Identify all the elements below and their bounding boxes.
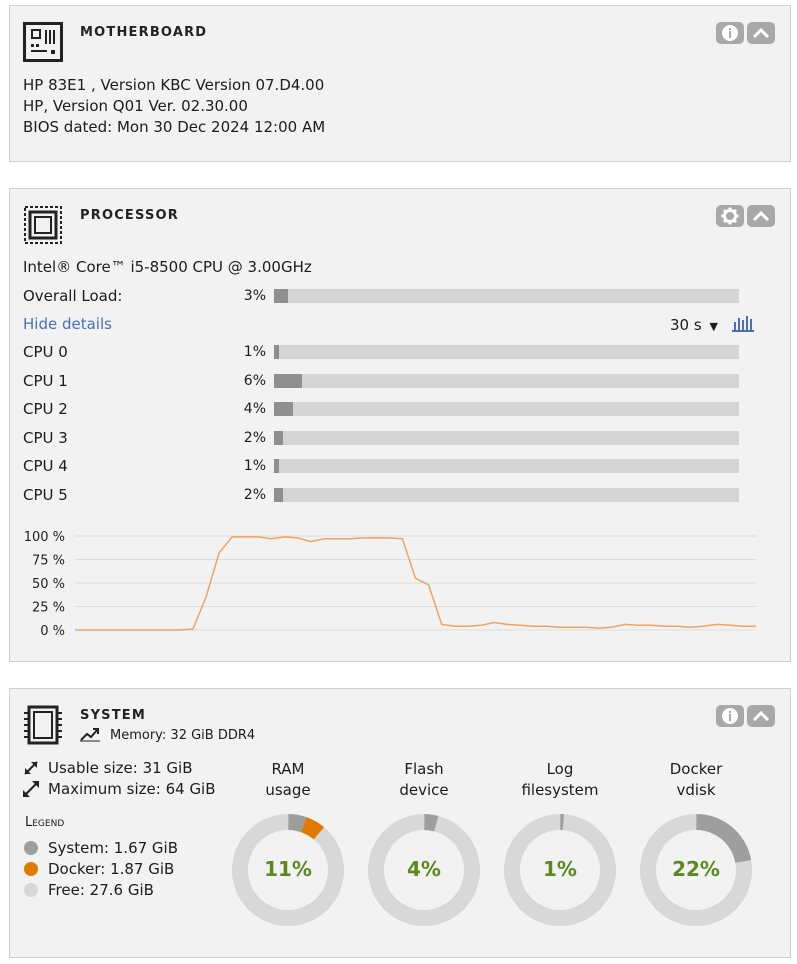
legend-title: Legend	[25, 815, 65, 830]
donut-subtitle: device	[399, 781, 449, 799]
chart-y-tick: 25 %	[32, 601, 65, 616]
chart-y-tick: 75 %	[32, 554, 65, 569]
collapse-button[interactable]	[747, 705, 775, 727]
overall-load-bar	[274, 289, 739, 303]
cpu-core-value: 1%	[243, 458, 266, 475]
cpu-core-bar	[274, 402, 739, 417]
collapse-arrows-icon	[24, 761, 38, 775]
cpu-core-fill	[274, 430, 284, 445]
cpu-core-bar	[274, 430, 739, 445]
overall-load-label: Overall Load:	[23, 287, 123, 305]
chart-y-tick: 50 %	[32, 577, 65, 592]
cpu-core-label: CPU 4	[23, 457, 68, 476]
donut-title: RAM	[271, 760, 305, 778]
overall-load-value: 3%	[243, 288, 266, 304]
processor-icon	[24, 206, 62, 244]
cpu-core-label: CPU 5	[23, 486, 68, 504]
collapse-button[interactable]	[747, 205, 775, 227]
memory-summary: Memory: 32 GiB DDR4	[110, 728, 256, 743]
donut-title: Flash	[404, 760, 444, 778]
bios-date: BIOS dated: Mon 30 Dec 2024 12:00 AM	[23, 118, 326, 136]
chevron-up-icon	[752, 210, 770, 222]
cpu-load-chart: 100 % 75 % 50 % 25 % 0 %	[24, 530, 756, 639]
donut-percentage: 11%	[264, 857, 312, 881]
donut-subtitle: vdisk	[676, 781, 716, 799]
chart-icon[interactable]	[732, 314, 754, 332]
cpu-core-bar	[274, 459, 739, 474]
panel-title: SYSTEM	[80, 708, 147, 723]
donut-title: Docker	[669, 760, 723, 778]
legend-swatch	[24, 883, 38, 897]
settings-button[interactable]	[716, 205, 744, 227]
overall-load-fill	[274, 289, 288, 303]
cpu-core-fill	[274, 373, 302, 388]
chart-y-tick: 100 %	[24, 530, 65, 545]
cpu-core-label: CPU 3	[23, 428, 68, 447]
interval-value: 30 s	[670, 316, 702, 334]
legend-swatch	[24, 862, 38, 876]
panel-title: PROCESSOR	[80, 208, 180, 223]
board-version: HP, Version Q01 Ver. 02.30.00	[23, 97, 248, 115]
cpu-core-bar	[274, 345, 739, 359]
motherboard-icon	[23, 22, 63, 62]
chevron-up-icon	[752, 27, 770, 39]
cpu-core-bar	[274, 373, 739, 388]
memory-icon	[24, 705, 62, 745]
legend-swatch	[24, 841, 38, 855]
collapse-button[interactable]	[747, 22, 775, 44]
donut-percentage: 1%	[543, 857, 577, 881]
cpu-core-fill	[274, 402, 293, 417]
legend-label: Free: 27.6 GiB	[48, 881, 154, 899]
info-button[interactable]	[716, 705, 744, 727]
cpu-core-value: 4%	[243, 401, 266, 418]
expand-arrows-icon	[23, 781, 39, 797]
maximum-size: Maximum size: 64 GiB	[48, 780, 216, 798]
hide-details-link[interactable]: Hide details	[23, 315, 112, 333]
legend-label: System: 1.67 GiB	[48, 839, 179, 857]
gear-icon	[721, 207, 739, 225]
trend-icon[interactable]	[80, 726, 100, 742]
cpu-core-value: 6%	[243, 372, 266, 389]
donut-percentage: 4%	[407, 857, 441, 881]
cpu-core-fill	[274, 488, 284, 502]
interval-select[interactable]: 30 s ▼	[670, 316, 718, 334]
cpu-core-fill	[274, 459, 279, 474]
donut-subtitle: usage	[265, 781, 311, 799]
usable-size: Usable size: 31 GiB	[48, 759, 193, 777]
cpu-core-label: CPU 0	[23, 343, 68, 361]
donut-title: Log	[546, 760, 574, 778]
info-button[interactable]	[716, 22, 744, 44]
cpu-core-label: CPU 2	[23, 400, 68, 419]
cpu-core-value: 2%	[243, 487, 266, 503]
dropdown-arrow-icon: ▼	[709, 320, 718, 333]
info-icon	[722, 25, 738, 41]
cpu-model: Intel® Core™ i5-8500 CPU @ 3.00GHz	[23, 258, 312, 276]
cpu-core-fill	[274, 345, 279, 359]
chevron-up-icon	[752, 710, 770, 722]
legend-label: Docker: 1.87 GiB	[48, 860, 175, 878]
cpu-core-bar	[274, 488, 739, 502]
info-icon	[722, 708, 738, 724]
chart-y-tick: 0 %	[40, 624, 65, 639]
cpu-core-label: CPU 1	[23, 371, 68, 390]
system-panel: SYSTEM Memory: 32 GiB DDR4 Usable size: …	[9, 688, 791, 958]
board-model: HP 83E1 , Version KBC Version 07.D4.00	[23, 76, 325, 94]
cpu-core-value: 1%	[243, 344, 266, 360]
donut-percentage: 22%	[672, 857, 720, 881]
motherboard-panel: MOTHERBOARD HP 83E1 , Version KBC Versio…	[9, 5, 791, 162]
processor-panel: PROCESSOR Intel® Core™ i5-8500 CPU @ 3.0…	[9, 188, 791, 662]
panel-title: MOTHERBOARD	[80, 25, 208, 40]
cpu-core-value: 2%	[243, 429, 266, 446]
donut-subtitle: filesystem	[521, 781, 599, 799]
